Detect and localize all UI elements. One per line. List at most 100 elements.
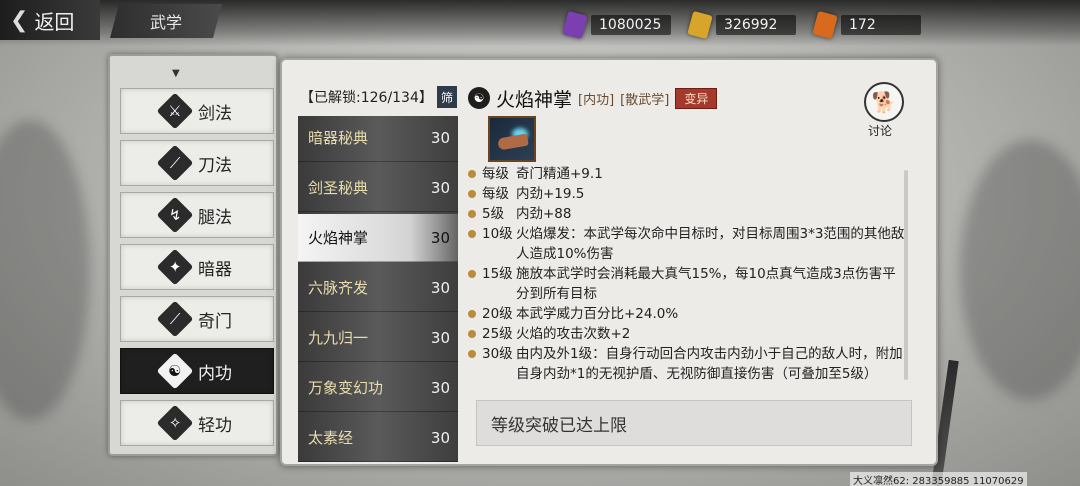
category-label: 剑法 [198, 103, 232, 124]
currency-gold[interactable]: 326992 [687, 10, 796, 40]
currency-value: 1080025 [591, 15, 671, 35]
breakthrough-status: 等级突破已达上限 [476, 400, 912, 446]
effects-scrollbar[interactable] [904, 170, 908, 380]
ink-bamboo-left [0, 120, 90, 420]
skill-list-name: 九九归一 [308, 329, 369, 347]
currency-value: 326992 [716, 15, 796, 35]
skill-list-level: 30 [430, 378, 450, 397]
list-item[interactable]: 九九归一 30 [298, 314, 458, 362]
chevron-left-icon: ❮ [10, 7, 29, 33]
back-button[interactable]: ❮ 返回 [0, 0, 100, 40]
purple-token-icon [562, 10, 588, 40]
shuriken-icon: ✦ [156, 248, 194, 286]
bullet-icon [468, 190, 476, 198]
category-label: 奇门 [198, 311, 232, 332]
currency-value: 172 [841, 15, 921, 35]
meditation-icon: ☯ [156, 352, 194, 390]
effect-level: 每级 [482, 186, 509, 202]
bullet-icon [468, 310, 476, 318]
discuss-label: 讨论 [868, 124, 893, 138]
back-label: 返回 [34, 9, 75, 34]
currency-orange[interactable]: 172 [812, 10, 921, 40]
effect-text: 内劲+19.5 [516, 186, 585, 202]
bullet-icon [468, 230, 476, 238]
skill-list-level: 30 [430, 228, 450, 247]
mutate-button[interactable]: 变异 [675, 87, 718, 109]
effect-level: 20级 [482, 306, 513, 322]
inner-power-type-icon: ☯ [468, 87, 490, 109]
ink-bamboo-right [960, 140, 1080, 400]
dog-avatar-icon: 🐕 [864, 82, 904, 122]
effect-level: 30级 [482, 346, 513, 362]
effect-row: 25级 火焰的攻击次数+2 [468, 324, 906, 344]
skill-list-level: 30 [430, 278, 450, 297]
category-label: 腿法 [198, 207, 232, 228]
category-inner-power[interactable]: ☯ 内功 [120, 348, 274, 394]
category-panel: ▼ ⚔ 剑法 ⟋ 刀法 ↯ 腿法 ✦ 暗器 ⟋ 奇门 ☯ 内功 ✧ 轻功 [108, 54, 278, 456]
skill-source-tag: [散武学] [620, 92, 670, 108]
skill-list-level: 30 [430, 128, 450, 147]
effect-text: 火焰爆发：本武学每次命中目标时，对目标周围3*3范围的其他敌人造成10%伤害 [516, 226, 905, 262]
list-item[interactable]: 暗器秘典 30 [298, 116, 458, 162]
effect-row: 5级 内劲+88 [468, 204, 906, 224]
effect-list: 每级 奇门精通+9.1 每级 内劲+19.5 5级 内劲+88 10级 火焰爆发… [468, 164, 906, 384]
kick-icon: ↯ [156, 196, 194, 234]
filter-label: 筛 [440, 90, 453, 105]
skill-list-level: 30 [430, 428, 450, 447]
effect-row: 10级 火焰爆发：本武学每次命中目标时，对目标周围3*3范围的其他敌人造成10%… [468, 224, 906, 264]
blade-icon: ⟋ [156, 144, 194, 182]
effect-text: 奇门精通+9.1 [516, 166, 603, 182]
list-item[interactable]: 万象变幻功 30 [298, 364, 458, 412]
category-exotic[interactable]: ⟋ 奇门 [120, 296, 274, 342]
effect-text: 由内及外1级：自身行动回合内攻击内劲小于自己的敌人时，附加自身内劲*1的无视护盾… [516, 346, 903, 382]
list-item-selected[interactable]: 火焰神掌 30 [298, 214, 458, 262]
player-watermark: 大义凛然62: 283359885 11070629 [850, 472, 1027, 486]
effect-row: 30级 由内及外1级：自身行动回合内攻击内劲小于自己的敌人时，附加自身内劲*1的… [468, 344, 906, 384]
effect-row: 每级 内劲+19.5 [468, 184, 906, 204]
skill-list-name: 六脉齐发 [308, 279, 369, 297]
category-lightness[interactable]: ✧ 轻功 [120, 400, 274, 446]
breakthrough-status-text: 等级突破已达上限 [491, 415, 627, 436]
skill-type-tag: [内功] [578, 92, 615, 108]
category-label: 内功 [198, 363, 232, 384]
skill-list-name: 火焰神掌 [308, 229, 369, 247]
bullet-icon [468, 210, 476, 218]
filter-button[interactable]: 筛 [437, 86, 457, 108]
unlock-count: 【已解锁:126/134】 [300, 86, 460, 108]
skill-list[interactable]: 暗器秘典 30 剑圣秘典 30 火焰神掌 30 六脉齐发 30 九九归一 30 … [298, 116, 458, 462]
skill-list-name: 太素经 [308, 429, 354, 447]
currency-purple[interactable]: 1080025 [562, 10, 671, 40]
category-kick[interactable]: ↯ 腿法 [120, 192, 274, 238]
category-label: 暗器 [198, 259, 232, 280]
effect-row: 15级 施放本武学时会消耗最大真气15%，每10点真气造成3点伤害平分到所有目标 [468, 264, 906, 304]
effect-level: 15级 [482, 266, 513, 282]
category-hidden-weapon[interactable]: ✦ 暗器 [120, 244, 274, 290]
effect-text: 内劲+88 [516, 206, 572, 222]
staff-icon: ⟋ [156, 300, 194, 338]
discuss-button[interactable]: 🐕 讨论 [858, 82, 910, 138]
bullet-icon [468, 170, 476, 178]
bullet-icon [468, 330, 476, 338]
effect-level: 25级 [482, 326, 513, 342]
skill-image-flame-palm [488, 116, 536, 162]
effect-text: 施放本武学时会消耗最大真气15%，每10点真气造成3点伤害平分到所有目标 [516, 266, 896, 302]
skill-list-name: 剑圣秘典 [308, 179, 369, 197]
category-label: 轻功 [198, 415, 232, 436]
bullet-icon [468, 350, 476, 358]
skill-list-name: 万象变幻功 [308, 379, 384, 397]
effect-level: 每级 [482, 166, 509, 182]
scroll-up-indicator-icon: ▼ [172, 68, 180, 79]
gold-token-icon [687, 10, 713, 40]
category-label: 刀法 [198, 155, 232, 176]
effect-level: 5级 [482, 206, 505, 222]
list-item[interactable]: 六脉齐发 30 [298, 264, 458, 312]
section-title: 武学 [110, 4, 222, 38]
sword-icon: ⚔ [156, 92, 194, 130]
orange-token-icon [812, 10, 838, 40]
category-sword[interactable]: ⚔ 剑法 [120, 88, 274, 134]
skill-list-level: 30 [430, 328, 450, 347]
category-blade[interactable]: ⟋ 刀法 [120, 140, 274, 186]
list-item[interactable]: 太素经 30 [298, 414, 458, 462]
skill-detail-panel: 【已解锁:126/134】 筛 暗器秘典 30 剑圣秘典 30 火焰神掌 30 … [280, 58, 938, 466]
list-item[interactable]: 剑圣秘典 30 [298, 164, 458, 212]
